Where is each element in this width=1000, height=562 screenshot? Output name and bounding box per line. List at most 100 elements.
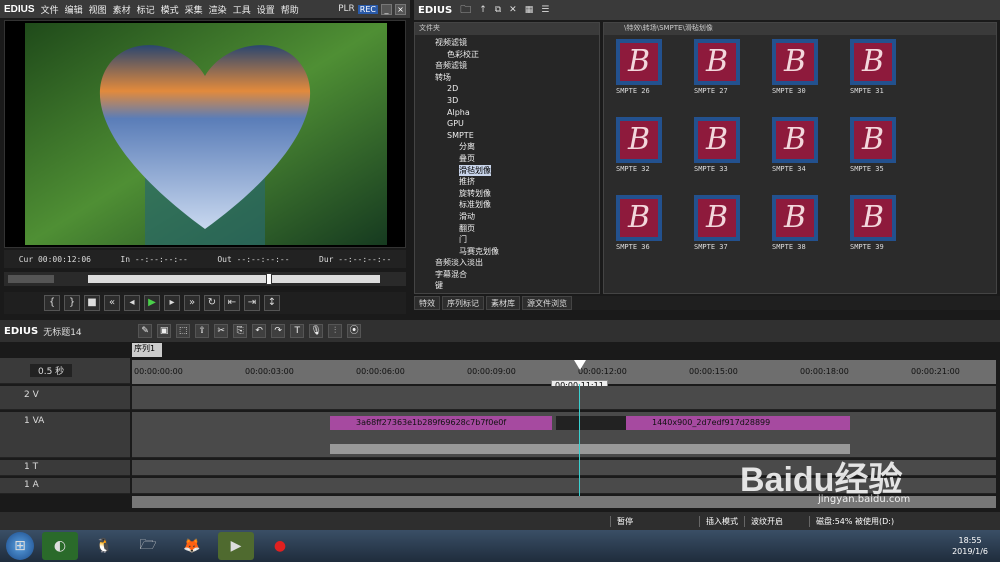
track-1a[interactable]: 1 A xyxy=(0,478,130,494)
effect-thumbnail[interactable]: B SMPTE 36 xyxy=(616,195,664,261)
menu-render[interactable]: 渲染 xyxy=(209,3,227,16)
tab-source-browser[interactable]: 源文件浏览 xyxy=(522,296,572,310)
stop-icon[interactable]: ■ xyxy=(84,295,100,311)
effect-thumbnail[interactable]: B SMPTE 31 xyxy=(850,39,898,105)
tree-item[interactable]: 叠页 xyxy=(415,153,599,165)
render-icon[interactable]: ⦿ xyxy=(347,324,362,338)
effect-thumbnail[interactable]: B SMPTE 27 xyxy=(694,39,742,105)
step-back-icon[interactable]: ◂ xyxy=(124,295,140,311)
open-icon[interactable]: ▣ xyxy=(157,324,172,338)
menu-marker[interactable]: 标记 xyxy=(137,3,155,16)
tree-item[interactable]: GPU xyxy=(415,118,599,130)
fast-forward-icon[interactable]: » xyxy=(184,295,200,311)
effect-thumbnail[interactable]: B SMPTE 30 xyxy=(772,39,820,105)
effect-thumbnail[interactable]: B SMPTE 39 xyxy=(850,195,898,261)
track-1t[interactable]: 1 T xyxy=(0,460,130,476)
tab-bin[interactable]: 素材库 xyxy=(486,296,520,310)
effect-thumbnail[interactable]: B SMPTE 32 xyxy=(616,117,664,183)
title-icon[interactable]: T xyxy=(290,324,305,338)
delete-icon[interactable]: ✕ xyxy=(509,5,517,15)
tree-item[interactable]: 标准划像 xyxy=(415,199,599,211)
rec-badge[interactable]: REC xyxy=(357,4,378,14)
tree-item[interactable]: 音频滤镜 xyxy=(415,60,599,72)
insert-icon[interactable]: ⇤ xyxy=(224,295,240,311)
tree-item[interactable]: 转场 xyxy=(415,72,599,84)
redo-icon[interactable]: ↷ xyxy=(271,324,286,338)
mark-in-icon[interactable]: { xyxy=(44,295,60,311)
tree-item[interactable]: 键 xyxy=(415,280,599,292)
tree-item[interactable]: 门 xyxy=(415,234,599,246)
firefox-icon[interactable]: 🦊 xyxy=(174,532,210,560)
track-2v-lane[interactable] xyxy=(132,386,996,410)
tab-markers[interactable]: 序列标记 xyxy=(442,296,484,310)
menu-view[interactable]: 视图 xyxy=(89,3,107,16)
mixer-icon[interactable]: ⫶ xyxy=(328,324,343,338)
record-icon[interactable]: ● xyxy=(262,532,298,560)
export-icon[interactable]: ⇪ xyxy=(195,324,210,338)
mic-icon[interactable]: 🎙 xyxy=(309,324,324,338)
folder-icon[interactable]: 🗀 xyxy=(460,1,471,20)
tree-item[interactable]: 分离 xyxy=(415,141,599,153)
plr-label[interactable]: PLR xyxy=(338,4,355,14)
menu-settings[interactable]: 设置 xyxy=(257,3,275,16)
tree-item[interactable]: 字幕混合 xyxy=(415,269,599,281)
clip-2[interactable]: 1440x900_2d7edf917d28899 xyxy=(626,416,850,430)
menu-edit[interactable]: 编辑 xyxy=(65,3,83,16)
menu-capture[interactable]: 采集 xyxy=(185,3,203,16)
cut-icon[interactable]: ✂ xyxy=(214,324,229,338)
menu-file[interactable]: 文件 xyxy=(41,3,59,16)
tree-item[interactable]: SMPTE xyxy=(415,130,599,142)
tree-item[interactable]: 2D xyxy=(415,83,599,95)
effect-thumbnail[interactable]: B SMPTE 35 xyxy=(850,117,898,183)
taskbar-app-1-icon[interactable]: ◐ xyxy=(42,532,78,560)
tree-item[interactable]: 音频淡入淡出 xyxy=(415,257,599,269)
trim-icon[interactable]: ↕ xyxy=(264,295,280,311)
zoom-control[interactable]: 0.5 秒 xyxy=(0,358,130,384)
effect-thumbnail[interactable]: B SMPTE 33 xyxy=(694,117,742,183)
up-icon[interactable]: ↑ xyxy=(479,5,487,15)
tree-item[interactable]: 推挤 xyxy=(415,176,599,188)
system-clock[interactable]: 18:55 2019/1/6 xyxy=(952,535,1000,557)
step-forward-icon[interactable]: ▸ xyxy=(164,295,180,311)
scrub-handle[interactable] xyxy=(266,273,272,285)
tree-item[interactable]: 3D xyxy=(415,95,599,107)
tree-item[interactable]: Alpha xyxy=(415,107,599,119)
effect-thumbnail[interactable]: B SMPTE 38 xyxy=(772,195,820,261)
track-2v[interactable]: 2 V xyxy=(0,386,130,410)
mark-out-icon[interactable]: } xyxy=(64,295,80,311)
tab-effects[interactable]: 特效 xyxy=(414,296,440,310)
tree-item[interactable]: 旋转划像 xyxy=(415,188,599,200)
overwrite-icon[interactable]: ⇥ xyxy=(244,295,260,311)
loop-icon[interactable]: ↻ xyxy=(204,295,220,311)
tree-item[interactable]: 马赛克划像 xyxy=(415,246,599,258)
tree-item[interactable]: 翻页 xyxy=(415,223,599,235)
undo-icon[interactable]: ↶ xyxy=(252,324,267,338)
sequence-tab[interactable]: 序列1 xyxy=(132,343,162,357)
save-icon[interactable]: ⬚ xyxy=(176,324,191,338)
edius-icon[interactable]: ▶ xyxy=(218,532,254,560)
paste-icon[interactable]: ⎘ xyxy=(233,324,248,338)
rewind-icon[interactable]: « xyxy=(104,295,120,311)
effects-tree[interactable]: 文件夹 视频滤镜 色彩校正 音频滤镜 转场 2D 3D Alpha GPU SMPTE 分离 叠页滑… xyxy=(414,22,600,294)
menu-tools[interactable]: 工具 xyxy=(233,3,251,16)
transition-clip[interactable] xyxy=(556,416,626,430)
play-icon[interactable]: ▶ xyxy=(144,295,160,311)
qq-icon[interactable]: 🐧 xyxy=(86,532,122,560)
effect-thumbnail[interactable]: B SMPTE 37 xyxy=(694,195,742,261)
explorer-icon[interactable]: 🗁 xyxy=(130,532,166,560)
effect-thumbnail[interactable]: B SMPTE 26 xyxy=(616,39,664,105)
effect-thumbnail[interactable]: B SMPTE 34 xyxy=(772,117,820,183)
menu-clip[interactable]: 素材 xyxy=(113,3,131,16)
track-1va[interactable]: 1 VA xyxy=(0,412,130,458)
clip-1[interactable]: 3a68ff27363e1b289f69628c7b7f0e0f xyxy=(330,416,552,430)
new-icon[interactable]: ✎ xyxy=(138,324,153,338)
list-icon[interactable]: ☰ xyxy=(541,5,549,15)
close-icon[interactable]: × xyxy=(395,3,406,15)
copy-icon[interactable]: ⧉ xyxy=(495,5,501,15)
tree-item[interactable]: 视频滤镜 xyxy=(415,37,599,49)
start-icon[interactable]: ⊞ xyxy=(6,532,34,560)
tree-item[interactable]: 滑毡划像 xyxy=(415,164,599,177)
tree-item[interactable]: 色彩校正 xyxy=(415,49,599,61)
preview-scrubber[interactable] xyxy=(4,272,406,286)
menu-help[interactable]: 帮助 xyxy=(281,3,299,16)
